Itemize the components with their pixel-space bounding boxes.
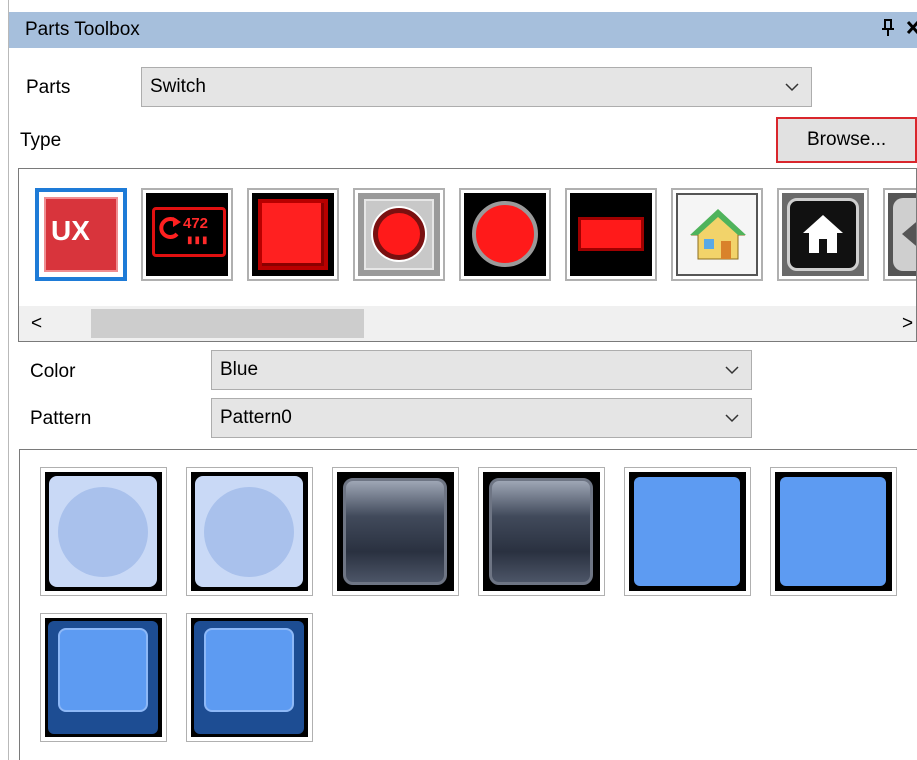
ux-logo-text: UX (51, 215, 90, 246)
pattern-item-glass-square-off[interactable] (332, 467, 459, 596)
browse-button[interactable]: Browse... (776, 117, 917, 163)
type-item-red-circle[interactable] (459, 188, 551, 281)
panel-left-border (8, 0, 9, 760)
type-item-ux[interactable]: UX (35, 188, 127, 281)
refresh-icon (159, 217, 181, 239)
type-item-counter[interactable]: 472 ▮▮▮ (141, 188, 233, 281)
scroll-right-icon[interactable]: > (902, 313, 913, 335)
counter-text: 472 (183, 215, 209, 232)
type-item-red-square[interactable] (247, 188, 339, 281)
type-label: Type (20, 130, 62, 151)
parts-label: Parts (26, 77, 71, 98)
type-item-red-round-button[interactable] (353, 188, 445, 281)
pin-icon[interactable] (882, 19, 894, 42)
browse-button-label: Browse... (807, 129, 887, 150)
pattern-item-glass-square-on[interactable] (478, 467, 605, 596)
chevron-down-icon (725, 414, 739, 423)
pattern-item-beveled-blue-key-on[interactable] (186, 613, 313, 742)
arrow-left-icon (902, 222, 916, 246)
scroll-left-icon[interactable]: < (31, 313, 42, 335)
type-item-arrow[interactable] (883, 188, 916, 281)
type-item-dark-house[interactable] (777, 188, 869, 281)
type-gallery-scrollbar[interactable]: < > (19, 306, 916, 341)
pattern-item-flat-blue-square-off[interactable] (624, 467, 751, 596)
color-dropdown[interactable]: Blue (211, 350, 752, 390)
parts-value: Switch (150, 76, 206, 97)
close-icon[interactable] (906, 17, 917, 41)
pattern-item-light-circle-on[interactable] (186, 467, 313, 596)
house-icon (690, 209, 746, 260)
type-item-red-rectangle[interactable] (565, 188, 657, 281)
panel-title: Parts Toolbox (25, 19, 140, 40)
pattern-item-flat-blue-square-on[interactable] (770, 467, 897, 596)
pattern-dropdown[interactable]: Pattern0 (211, 398, 752, 438)
color-label: Color (30, 361, 76, 382)
home-icon (803, 215, 843, 253)
panel-title-bar[interactable]: Parts Toolbox (9, 12, 917, 48)
scrollbar-thumb[interactable] (91, 309, 364, 338)
pattern-value: Pattern0 (220, 407, 292, 428)
color-value: Blue (220, 359, 259, 380)
chevron-down-icon (725, 366, 739, 375)
pattern-item-light-circle-off[interactable] (40, 467, 167, 596)
pattern-gallery (19, 449, 917, 760)
pattern-label: Pattern (30, 408, 92, 429)
parts-dropdown[interactable]: Switch (141, 67, 812, 107)
chevron-down-icon (785, 83, 799, 92)
type-gallery: UX 472 ▮▮▮ < > (18, 168, 917, 342)
pattern-item-beveled-blue-key-off[interactable] (40, 613, 167, 742)
type-item-house[interactable] (671, 188, 763, 281)
